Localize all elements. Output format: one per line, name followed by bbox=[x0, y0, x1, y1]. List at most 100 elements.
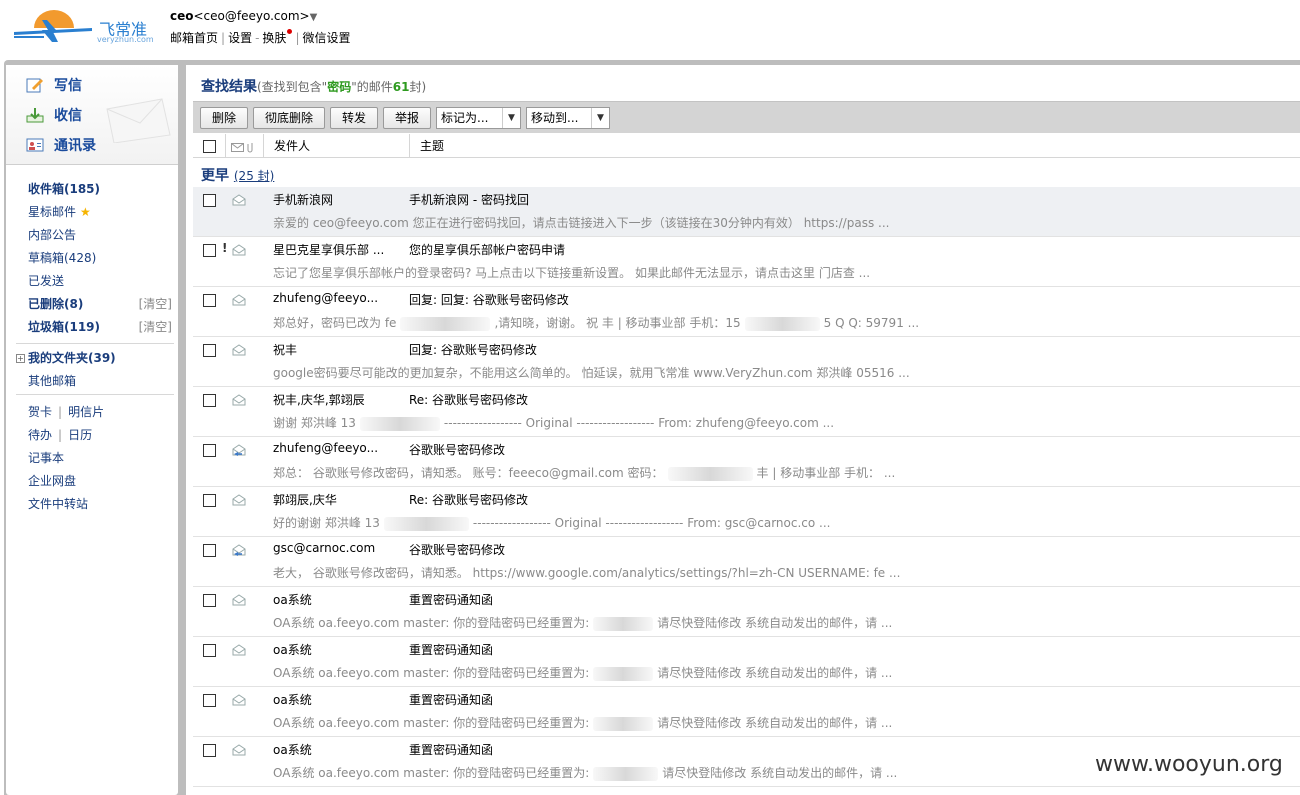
tool-postcard[interactable]: 明信片 bbox=[68, 405, 104, 419]
envelope-decoration-icon bbox=[106, 98, 171, 143]
message-from[interactable]: 星巴克星享俱乐部 ... bbox=[273, 241, 384, 258]
nav-wechat-settings[interactable]: 微信设置 bbox=[302, 31, 350, 45]
message-subject[interactable]: 手机新浪网 - 密码找回 bbox=[409, 191, 529, 208]
message-preview: 郑总好，密码已改为 fe ,请知晓，谢谢。 祝 丰 | 移动事业部 手机：15 5 … bbox=[273, 316, 920, 331]
message-checkbox[interactable] bbox=[203, 244, 216, 257]
message-subject[interactable]: 谷歌账号密码修改 bbox=[409, 541, 505, 558]
message-row[interactable]: gsc@carnoc.com 谷歌账号密码修改 老大， 谷歌账号修改密码，请知悉。 … bbox=[193, 537, 1300, 587]
message-from[interactable]: 手机新浪网 bbox=[273, 191, 333, 208]
compose-link[interactable]: 写信 bbox=[26, 74, 82, 96]
message-from[interactable]: 祝丰,庆华,郭翊辰 bbox=[273, 391, 365, 408]
report-button[interactable]: 举报 bbox=[383, 107, 431, 129]
message-subject[interactable]: 回复: 谷歌账号密码修改 bbox=[409, 341, 537, 358]
message-subject[interactable]: 重置密码通知函 bbox=[409, 691, 493, 708]
message-checkbox[interactable] bbox=[203, 394, 216, 407]
message-row[interactable]: oa系统 重置密码通知函 OA系统 oa.feeyo.com master: 你的登… bbox=[193, 637, 1300, 687]
message-checkbox[interactable] bbox=[203, 444, 216, 457]
quick-actions: 写信 收信 通讯录 bbox=[6, 65, 178, 165]
message-row[interactable]: oa系统 重置密码通知函 OA系统 oa.feeyo.com master: 你的登… bbox=[193, 587, 1300, 637]
select-all-checkbox[interactable] bbox=[203, 140, 216, 153]
message-row[interactable]: zhufeng@feeyo... 谷歌账号密码修改郑总： 谷歌账号修改密码，请知悉… bbox=[193, 437, 1300, 487]
message-row[interactable]: zhufeng@feeyo... 回复: 回复: 谷歌账号密码修改郑总好，密码已改… bbox=[193, 287, 1300, 337]
mark-as-select[interactable]: 标记为... ▼ bbox=[436, 107, 521, 129]
folder-spam[interactable]: 垃圾箱(119) [清空] bbox=[28, 316, 178, 339]
message-checkbox[interactable] bbox=[203, 494, 216, 507]
clear-spam-link[interactable]: [清空] bbox=[139, 316, 172, 339]
nav-skin[interactable]: 换肤 bbox=[262, 31, 286, 45]
expand-icon[interactable]: + bbox=[16, 354, 25, 363]
tool-todo[interactable]: 待办 bbox=[28, 428, 52, 442]
delete-button[interactable]: 删除 bbox=[200, 107, 248, 129]
message-subject[interactable]: Re: 谷歌账号密码修改 bbox=[409, 391, 528, 408]
message-preview: 谢谢 郑洪峰 13 ------------------ Original ---… bbox=[273, 416, 835, 431]
read-mail-icon bbox=[232, 294, 246, 306]
clear-deleted-link[interactable]: [清空] bbox=[139, 293, 172, 316]
move-to-select[interactable]: 移动到... ▼ bbox=[526, 107, 610, 129]
message-checkbox[interactable] bbox=[203, 194, 216, 207]
message-subject[interactable]: Re: 谷歌账号密码修改 bbox=[409, 491, 528, 508]
tool-file-transfer[interactable]: 文件中转站 bbox=[28, 493, 178, 516]
message-row[interactable]: 祝丰,庆华,郭翊辰 Re: 谷歌账号密码修改谢谢 郑洪峰 13 ----------… bbox=[193, 387, 1300, 437]
message-row[interactable]: oa系统 重置密码通知函 OA系统 oa.feeyo.com master: 你的登… bbox=[193, 687, 1300, 737]
message-from[interactable]: zhufeng@feeyo... bbox=[273, 441, 378, 455]
subject-column[interactable]: 主题 bbox=[409, 134, 1300, 158]
tool-calendar[interactable]: 日历 bbox=[68, 428, 92, 442]
message-row[interactable]: 郭翊辰,庆华 Re: 谷歌账号密码修改 好的谢谢 郑洪峰 13 -----------… bbox=[193, 487, 1300, 537]
message-from[interactable]: zhufeng@feeyo... bbox=[273, 291, 378, 305]
forward-button[interactable]: 转发 bbox=[330, 107, 378, 129]
message-subject[interactable]: 谷歌账号密码修改 bbox=[409, 441, 505, 458]
message-row[interactable]: 祝丰 回复: 谷歌账号密码修改 google密码要尽可能改的更加复杂，不能用这么简单… bbox=[193, 337, 1300, 387]
message-preview: 郑总： 谷歌账号修改密码，请知悉。 账号：feeeco@gmail.com 密码… bbox=[273, 466, 896, 481]
receive-link[interactable]: 收信 bbox=[26, 104, 82, 126]
message-from[interactable]: oa系统 bbox=[273, 641, 312, 658]
tool-notepad[interactable]: 记事本 bbox=[28, 447, 178, 470]
tool-greeting-card[interactable]: 贺卡 bbox=[28, 405, 52, 419]
folder-other-mailbox[interactable]: 其他邮箱 bbox=[28, 370, 178, 393]
message-checkbox[interactable] bbox=[203, 544, 216, 557]
folder-starred[interactable]: 星标邮件 ★ bbox=[28, 201, 178, 224]
tool-enterprise-disk[interactable]: 企业网盘 bbox=[28, 470, 178, 493]
message-subject[interactable]: 回复: 回复: 谷歌账号密码修改 bbox=[409, 291, 569, 308]
logo-subtext: veryzhun.com bbox=[97, 35, 154, 44]
nav-mailbox-home[interactable]: 邮箱首页 bbox=[170, 31, 218, 45]
caret-down-icon[interactable]: ▼ bbox=[310, 12, 318, 23]
star-icon: ★ bbox=[80, 205, 91, 219]
folder-inbox[interactable]: 收件箱(185) bbox=[28, 178, 178, 201]
logo[interactable]: 飞常准 veryzhun.com bbox=[12, 6, 162, 46]
message-from[interactable]: oa系统 bbox=[273, 691, 312, 708]
message-subject[interactable]: 重置密码通知函 bbox=[409, 591, 493, 608]
message-subject[interactable]: 重置密码通知函 bbox=[409, 641, 493, 658]
message-from[interactable]: oa系统 bbox=[273, 591, 312, 608]
message-row[interactable]: ! 星巴克星享俱乐部 ... 您的星享俱乐部帐户密码申请 忘记了您星享俱乐部帐户的登录… bbox=[193, 237, 1300, 287]
message-row[interactable]: 手机新浪网 手机新浪网 - 密码找回亲爱的 ceo@feeyo.com 您正在进行… bbox=[193, 187, 1300, 237]
message-subject[interactable]: 您的星享俱乐部帐户密码申请 bbox=[409, 241, 565, 258]
message-from[interactable]: gsc@carnoc.com bbox=[273, 541, 375, 555]
message-checkbox[interactable] bbox=[203, 344, 216, 357]
message-checkbox[interactable] bbox=[203, 294, 216, 307]
folder-sent[interactable]: 已发送 bbox=[28, 270, 178, 293]
group-count[interactable]: (25 封) bbox=[234, 169, 274, 183]
message-preview: 亲爱的 ceo@feeyo.com 您正在进行密码找回，请点击链接进入下一步（该… bbox=[273, 216, 890, 230]
nav-settings[interactable]: 设置 bbox=[228, 31, 252, 45]
message-checkbox[interactable] bbox=[203, 694, 216, 707]
folder-announcements[interactable]: 内部公告 bbox=[28, 224, 178, 247]
message-checkbox[interactable] bbox=[203, 744, 216, 757]
redacted-text bbox=[359, 416, 440, 431]
important-flag-icon: ! bbox=[222, 241, 228, 255]
folder-my-folders[interactable]: + 我的文件夹(39) bbox=[16, 347, 178, 370]
from-column[interactable]: 发件人 bbox=[263, 134, 410, 158]
contacts-link[interactable]: 通讯录 bbox=[26, 134, 96, 156]
message-checkbox[interactable] bbox=[203, 594, 216, 607]
message-checkbox[interactable] bbox=[203, 644, 216, 657]
chevron-down-icon: ▼ bbox=[502, 108, 520, 128]
message-subject[interactable]: 重置密码通知函 bbox=[409, 741, 493, 758]
replied-mail-icon bbox=[232, 544, 246, 556]
folder-deleted[interactable]: 已删除(8) [清空] bbox=[28, 293, 178, 316]
folder-drafts[interactable]: 草稿箱(428) bbox=[28, 247, 178, 270]
message-from[interactable]: oa系统 bbox=[273, 741, 312, 758]
message-from[interactable]: 祝丰 bbox=[273, 341, 297, 358]
account-info[interactable]: ceo<ceo@feeyo.com>▼ bbox=[170, 9, 317, 23]
message-from[interactable]: 郭翊辰,庆华 bbox=[273, 491, 337, 508]
message-preview: OA系统 oa.feeyo.com master: 你的登陆密码已经重置为: 请尽… bbox=[273, 666, 893, 681]
purge-button[interactable]: 彻底删除 bbox=[253, 107, 325, 129]
